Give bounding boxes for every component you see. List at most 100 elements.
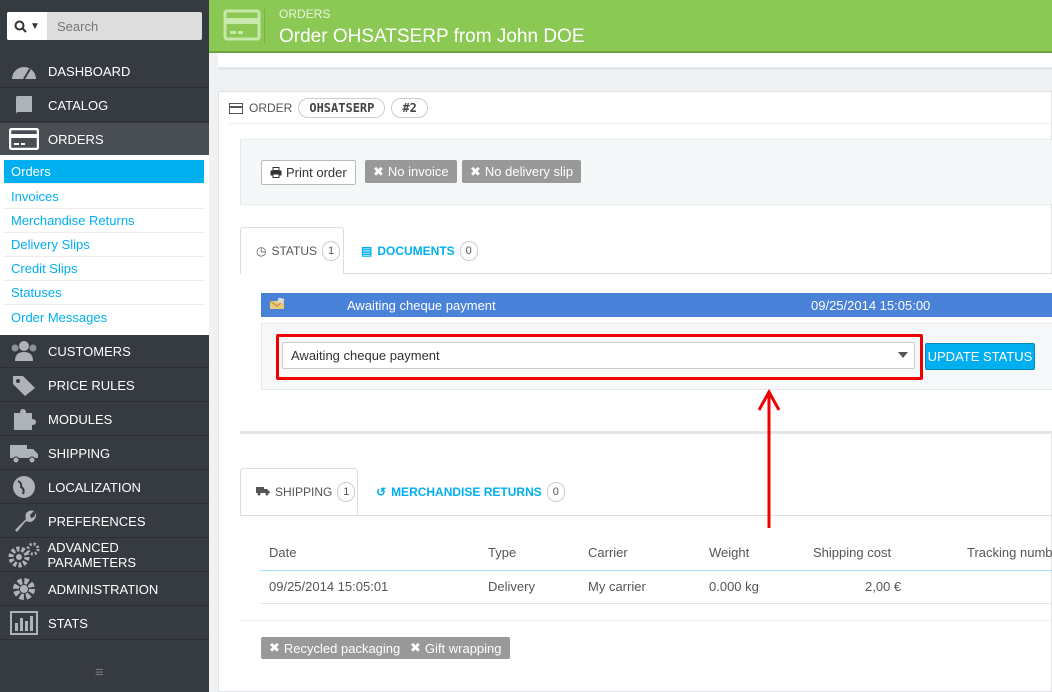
sidebar-item-administration[interactable]: ADMINISTRATION bbox=[0, 573, 209, 606]
status-history-row: Awaiting cheque payment 09/25/2014 15:05… bbox=[261, 293, 1052, 317]
puzzle-icon bbox=[0, 403, 48, 436]
recycled-packaging-badge: ✖ Recycled packaging bbox=[261, 637, 409, 659]
credit-card-icon bbox=[229, 102, 243, 114]
column-header-weight: Weight bbox=[709, 545, 750, 560]
submenu-credit-slips[interactable]: Credit Slips bbox=[4, 257, 204, 281]
top-card bbox=[218, 53, 1052, 70]
column-header-shipping-cost: Shipping cost bbox=[813, 545, 892, 560]
sidebar-item-localization[interactable]: LOCALIZATION bbox=[0, 471, 209, 504]
sidebar-item-customers[interactable]: CUSTOMERS bbox=[0, 335, 209, 368]
caret-down-icon: ▼ bbox=[30, 20, 40, 32]
tab-documents[interactable]: ▤ DOCUMENTS 0 bbox=[361, 227, 478, 274]
users-icon bbox=[0, 335, 48, 368]
column-header-carrier: Carrier bbox=[588, 545, 628, 560]
sidebar-item-dashboard[interactable]: DASHBOARD bbox=[0, 55, 209, 88]
documents-count-badge: 0 bbox=[459, 240, 478, 261]
gift-wrapping-badge: ✖ Gift wrapping bbox=[402, 637, 510, 659]
tab-documents-label: DOCUMENTS bbox=[377, 243, 455, 258]
no-delivery-slip-button[interactable]: ✖ No delivery slip bbox=[462, 160, 582, 183]
submenu-statuses[interactable]: Statuses bbox=[4, 281, 204, 305]
divider bbox=[260, 603, 1052, 604]
credit-card-icon bbox=[0, 123, 48, 156]
cogs-icon bbox=[0, 539, 47, 572]
page-header: ORDERS Order OHSATSERP from John DOE bbox=[209, 0, 1052, 53]
order-heading: ORDER OHSATSERP #2 bbox=[229, 98, 428, 118]
breadcrumb[interactable]: ORDERS bbox=[279, 7, 330, 21]
cell-carrier: My carrier bbox=[588, 579, 646, 594]
sidebar-item-label: STATS bbox=[48, 615, 88, 631]
search-input[interactable] bbox=[51, 12, 201, 40]
status-select[interactable]: Awaiting cheque payment bbox=[282, 342, 915, 369]
submenu-order-messages[interactable]: Order Messages bbox=[4, 305, 204, 329]
search-icon bbox=[14, 20, 27, 33]
sidebar: ▼ DASHBOARD CATALOG ORDERS Orders Invoic… bbox=[0, 0, 209, 692]
caret-down-icon bbox=[898, 352, 908, 358]
shipping-tabs: SHIPPING 1 ↺ MERCHANDISE RETURNS 0 bbox=[240, 468, 1052, 516]
tab-status[interactable]: ◷ STATUS 1 bbox=[240, 227, 344, 274]
tab-shipping[interactable]: SHIPPING 1 bbox=[240, 468, 358, 515]
sidebar-item-label: CATALOG bbox=[48, 97, 109, 113]
sidebar-item-modules[interactable]: MODULES bbox=[0, 403, 209, 436]
sidebar-item-catalog[interactable]: CATALOG bbox=[0, 89, 209, 122]
divider bbox=[229, 123, 1052, 124]
status-form: Awaiting cheque payment UPDATE STATUS bbox=[261, 323, 1052, 390]
column-header-date: Date bbox=[269, 545, 297, 560]
recycled-label: Recycled packaging bbox=[283, 640, 401, 656]
sidebar-item-label: PREFERENCES bbox=[48, 513, 146, 529]
search-box: ▼ bbox=[7, 12, 202, 40]
tags-icon bbox=[0, 369, 48, 402]
sidebar-item-stats[interactable]: STATS bbox=[0, 607, 209, 640]
wrench-icon bbox=[0, 505, 48, 538]
no-invoice-button[interactable]: ✖ No invoice bbox=[365, 160, 457, 183]
tab-returns-label: MERCHANDISE RETURNS bbox=[391, 484, 542, 499]
truck-icon bbox=[0, 437, 48, 470]
close-icon: ✖ bbox=[269, 640, 280, 655]
sidebar-item-advanced-parameters[interactable]: ADVANCED PARAMETERS bbox=[0, 539, 209, 572]
order-reference: OHSATSERP bbox=[298, 98, 386, 118]
menu-collapse-icon[interactable]: ≡ bbox=[95, 664, 104, 681]
sidebar-item-label: DASHBOARD bbox=[48, 63, 131, 79]
tab-status-label: STATUS bbox=[271, 243, 318, 258]
sidebar-item-label: CUSTOMERS bbox=[48, 343, 131, 359]
page-title: Order OHSATSERP from John DOE bbox=[279, 26, 585, 47]
print-order-button[interactable]: Print order bbox=[261, 160, 356, 185]
close-icon: ✖ bbox=[410, 640, 421, 655]
update-status-button[interactable]: UPDATE STATUS bbox=[925, 343, 1035, 370]
tab-merchandise-returns[interactable]: ↺ MERCHANDISE RETURNS 0 bbox=[376, 468, 565, 515]
sidebar-item-label: ADMINISTRATION bbox=[48, 581, 159, 597]
column-header-type: Type bbox=[488, 545, 517, 560]
credit-card-icon bbox=[223, 9, 265, 43]
shipping-count-badge: 1 bbox=[337, 481, 356, 502]
sidebar-item-orders[interactable]: ORDERS bbox=[0, 123, 209, 156]
bar-chart-icon bbox=[0, 607, 48, 640]
sidebar-item-price-rules[interactable]: PRICE RULES bbox=[0, 369, 209, 402]
submenu-merchandise-returns[interactable]: Merchandise Returns bbox=[4, 209, 204, 233]
sidebar-item-label: ADVANCED PARAMETERS bbox=[47, 540, 137, 570]
dashboard-icon bbox=[0, 55, 48, 88]
submenu-delivery-slips[interactable]: Delivery Slips bbox=[4, 233, 204, 257]
documents-well: Print order ✖ No invoice ✖ No delivery s… bbox=[240, 139, 1052, 205]
sidebar-item-preferences[interactable]: PREFERENCES bbox=[0, 505, 209, 538]
orders-submenu: Orders Invoices Merchandise Returns Deli… bbox=[0, 155, 209, 335]
globe-icon bbox=[0, 471, 48, 504]
status-content: Awaiting cheque payment 09/25/2014 15:05… bbox=[240, 274, 1052, 434]
status-tabs: ◷ STATUS 1 ▤ DOCUMENTS 0 bbox=[240, 227, 1052, 274]
sidebar-item-label: ORDERS bbox=[48, 131, 104, 147]
submenu-invoices[interactable]: Invoices bbox=[4, 185, 204, 209]
status-history-date: 09/25/2014 15:05:00 bbox=[811, 297, 931, 313]
cell-weight: 0.000 kg bbox=[709, 579, 759, 594]
divider bbox=[240, 620, 1052, 621]
search-dropdown[interactable]: ▼ bbox=[7, 12, 47, 40]
sidebar-item-shipping[interactable]: SHIPPING bbox=[0, 437, 209, 470]
cell-shipping-cost: 2,00 € bbox=[865, 579, 902, 594]
cell-type: Delivery bbox=[488, 579, 535, 594]
order-number: #2 bbox=[391, 98, 428, 118]
order-panel: ORDER OHSATSERP #2 Print order ✖ No invo… bbox=[218, 91, 1052, 692]
status-count-badge: 1 bbox=[322, 240, 341, 261]
book-icon bbox=[0, 89, 48, 122]
sidebar-item-label: SHIPPING bbox=[48, 445, 111, 461]
submenu-orders[interactable]: Orders bbox=[4, 160, 204, 184]
column-header-tracking-number: Tracking numbe bbox=[967, 545, 1052, 560]
returns-count-badge: 0 bbox=[546, 481, 565, 502]
sidebar-item-label: MODULES bbox=[48, 411, 113, 427]
